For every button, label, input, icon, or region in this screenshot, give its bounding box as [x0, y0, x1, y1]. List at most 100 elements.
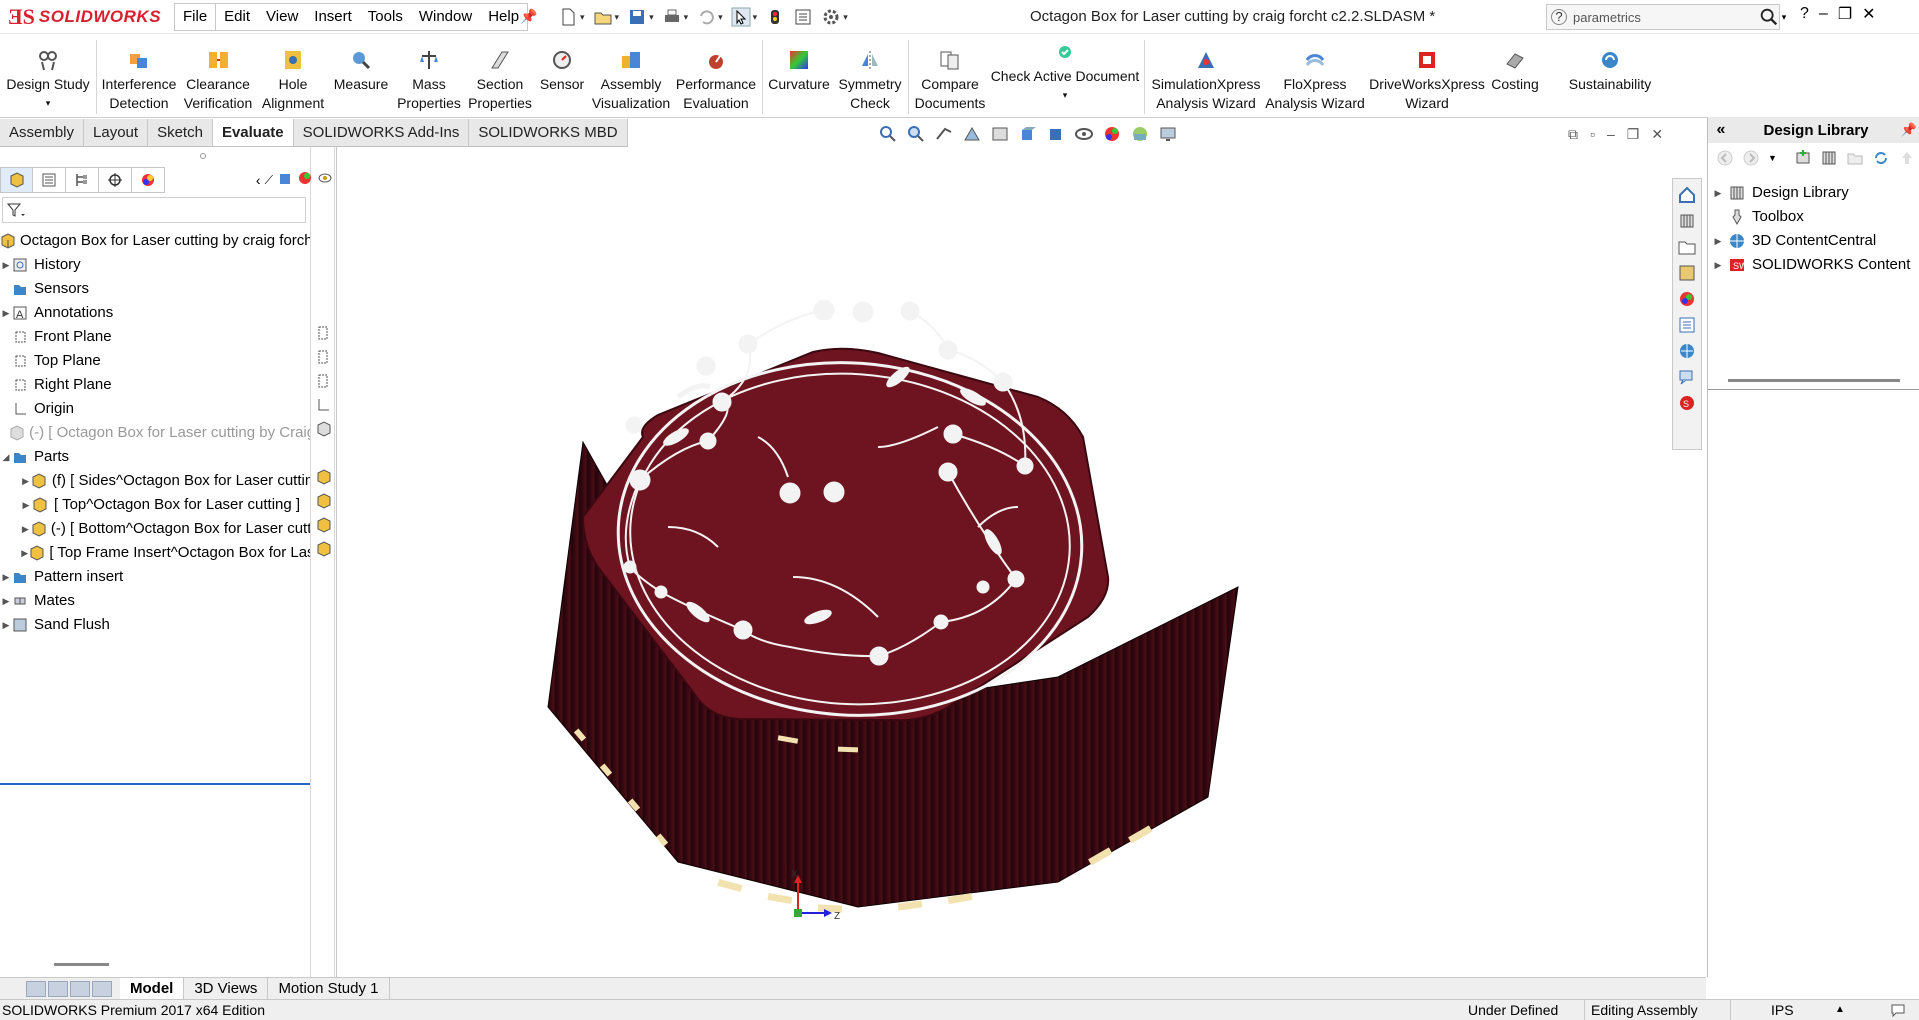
simulationxpress-button[interactable]: SimulationXpress Analysis Wizard	[1148, 34, 1264, 118]
design-study-button[interactable]: Design Study ▾	[6, 34, 90, 118]
library-item-toolbox[interactable]: Toolbox	[1708, 205, 1910, 229]
tree-item-history[interactable]: ▶ History	[0, 253, 310, 277]
tab-model[interactable]: Model	[120, 978, 185, 999]
quick-tips-icon[interactable]	[1890, 1002, 1906, 1020]
expand-arrow-icon[interactable]: ▶	[0, 253, 12, 277]
design-library-tab-icon[interactable]	[1677, 211, 1697, 231]
hide-component-icon[interactable]	[316, 517, 332, 541]
new-document-button[interactable]: ▾	[556, 5, 587, 29]
floxpress-button[interactable]: FloXpress Analysis Wizard	[1264, 34, 1366, 118]
help-search-icon[interactable]: ?	[1551, 9, 1567, 25]
featuremanager-tab-icon[interactable]	[0, 167, 33, 193]
tree-item-sand-flush[interactable]: ▶ Sand Flush	[0, 613, 310, 637]
appearances-scenes-icon[interactable]	[1677, 289, 1697, 309]
menu-insert[interactable]: Insert	[306, 4, 360, 30]
back-icon[interactable]	[1716, 149, 1734, 167]
previous-view-icon[interactable]	[934, 124, 954, 142]
forum-icon[interactable]	[1677, 367, 1697, 387]
menu-view[interactable]: View	[258, 4, 306, 30]
save-button[interactable]: ▾	[625, 5, 656, 29]
tab-assembly[interactable]: Assembly	[0, 119, 85, 146]
expand-arrow-icon[interactable]: ▶	[20, 541, 29, 565]
sensor-button[interactable]: Sensor	[535, 34, 589, 118]
solidworks-resources-icon[interactable]	[1677, 341, 1697, 361]
tab-solidworks-mbd[interactable]: SOLIDWORKS MBD	[469, 119, 628, 146]
section-properties-button[interactable]: Section Properties	[465, 34, 535, 118]
up-one-level-icon[interactable]	[1898, 149, 1916, 167]
search-input[interactable]: parametrics	[1573, 10, 1779, 25]
tree-item-sides-part[interactable]: ▶ (f) [ Sides^Octagon Box for Laser cutti…	[0, 469, 310, 493]
solidworks-content-tab-icon[interactable]: S	[1677, 393, 1697, 413]
compare-documents-button[interactable]: Compare Documents	[912, 34, 988, 118]
next-tab-arrow-icon[interactable]	[70, 980, 90, 997]
create-new-folder-icon[interactable]	[1846, 149, 1864, 167]
menu-file[interactable]: File	[175, 4, 217, 30]
expand-pane-icon[interactable]: «	[1708, 121, 1734, 139]
file-properties-button[interactable]	[791, 5, 815, 29]
tree-item-mates[interactable]: ▶ Mates	[0, 589, 310, 613]
custom-properties-icon[interactable]	[1677, 315, 1697, 335]
expand-arrow-icon[interactable]: ▶	[20, 469, 31, 493]
measure-button[interactable]: Measure	[330, 34, 392, 118]
display-pane-appearance-icon[interactable]	[297, 170, 313, 190]
viewport-tile-icon[interactable]: ▫	[1590, 126, 1595, 143]
solidworks-logo[interactable]: ƎS SOLIDWORKS	[8, 4, 161, 30]
tree-item-sensors[interactable]: Sensors	[0, 277, 310, 301]
tab-layout[interactable]: Layout	[84, 119, 149, 146]
collapse-arrow-icon[interactable]: ◢	[0, 445, 12, 469]
displaymanager-tab-icon[interactable]	[132, 167, 165, 193]
view-settings-icon[interactable]	[1158, 124, 1178, 142]
menu-window[interactable]: Window	[411, 4, 480, 30]
expand-arrow-icon[interactable]: ▶	[0, 589, 12, 613]
hide-component-icon[interactable]	[316, 493, 332, 517]
hole-alignment-button[interactable]: Hole Alignment	[258, 34, 328, 118]
library-item-3d-contentcentral[interactable]: ▶ 3D ContentCentral	[1708, 229, 1910, 253]
tab-sketch[interactable]: Sketch	[148, 119, 213, 146]
pane-splitter[interactable]	[1728, 379, 1900, 382]
expand-arrow-icon[interactable]: ▶	[1708, 229, 1728, 253]
first-tab-arrow-icon[interactable]	[26, 980, 46, 997]
tab-solidworks-add-ins[interactable]: SOLIDWORKS Add-Ins	[293, 119, 470, 146]
feature-tree-filter[interactable]	[2, 197, 306, 223]
close-button[interactable]: ✕	[1862, 4, 1875, 24]
curvature-button[interactable]: Curvature	[764, 34, 834, 118]
file-explorer-icon[interactable]	[1677, 237, 1697, 257]
driveworksxpress-button[interactable]: DriveWorksXpress Wizard	[1366, 34, 1488, 118]
rebuild-button[interactable]	[763, 5, 787, 29]
previous-tab-arrow-icon[interactable]	[48, 980, 68, 997]
tab-motion-study-1[interactable]: Motion Study 1	[268, 978, 390, 999]
interference-detection-button[interactable]: Interference Detection	[100, 34, 178, 118]
tab-evaluate[interactable]: Evaluate	[212, 119, 294, 146]
expand-arrow-icon[interactable]: ▶	[0, 301, 12, 325]
pin-pane-icon[interactable]: 📌	[1898, 122, 1919, 138]
print-button[interactable]: ▾	[660, 5, 691, 29]
pin-menu-icon[interactable]: 📌	[520, 8, 537, 24]
minimize-button[interactable]: –	[1819, 5, 1828, 23]
graphics-area[interactable]: X Z	[338, 147, 1706, 977]
hide-show-items-icon[interactable]	[1074, 124, 1094, 142]
viewport-restore-icon[interactable]: ⧉	[1568, 126, 1578, 143]
tree-item-front-plane[interactable]: Front Plane	[0, 325, 310, 349]
home-icon[interactable]	[1677, 185, 1697, 205]
menu-edit[interactable]: Edit	[216, 4, 258, 30]
expand-arrow-icon[interactable]: ▶	[20, 517, 31, 541]
tree-item-right-plane[interactable]: Right Plane	[0, 373, 310, 397]
zoom-to-area-icon[interactable]	[906, 124, 926, 142]
section-view-icon[interactable]	[962, 124, 982, 142]
viewport-minimize-icon[interactable]: –	[1607, 126, 1615, 143]
search-button[interactable]: ▾	[1752, 4, 1792, 30]
collapse-panel-icon[interactable]: ‹	[256, 172, 261, 188]
tree-item-top-frame-insert-part[interactable]: ▶[ Top Frame Insert^Octagon Box for Lase…	[0, 541, 310, 565]
library-item-solidworks-content[interactable]: ▶ SW SOLIDWORKS Content	[1708, 253, 1911, 277]
mass-properties-button[interactable]: Mass Properties	[394, 34, 464, 118]
assembly-visualization-button[interactable]: Assembly Visualization	[590, 34, 672, 118]
tree-root-assembly[interactable]: Octagon Box for Laser cutting by craig f…	[0, 229, 310, 253]
tab-3d-views[interactable]: 3D Views	[184, 978, 269, 999]
tree-item-annotations[interactable]: ▶ A Annotations	[0, 301, 310, 325]
unit-system-selector[interactable]: IPS ▲	[1730, 1000, 1870, 1020]
panel-grip[interactable]	[200, 153, 206, 159]
costing-button[interactable]: Costing	[1488, 34, 1542, 118]
refresh-icon[interactable]	[1872, 149, 1890, 167]
octagon-box-model[interactable]	[338, 147, 1706, 977]
expand-arrow-icon[interactable]: ▶	[0, 613, 12, 637]
